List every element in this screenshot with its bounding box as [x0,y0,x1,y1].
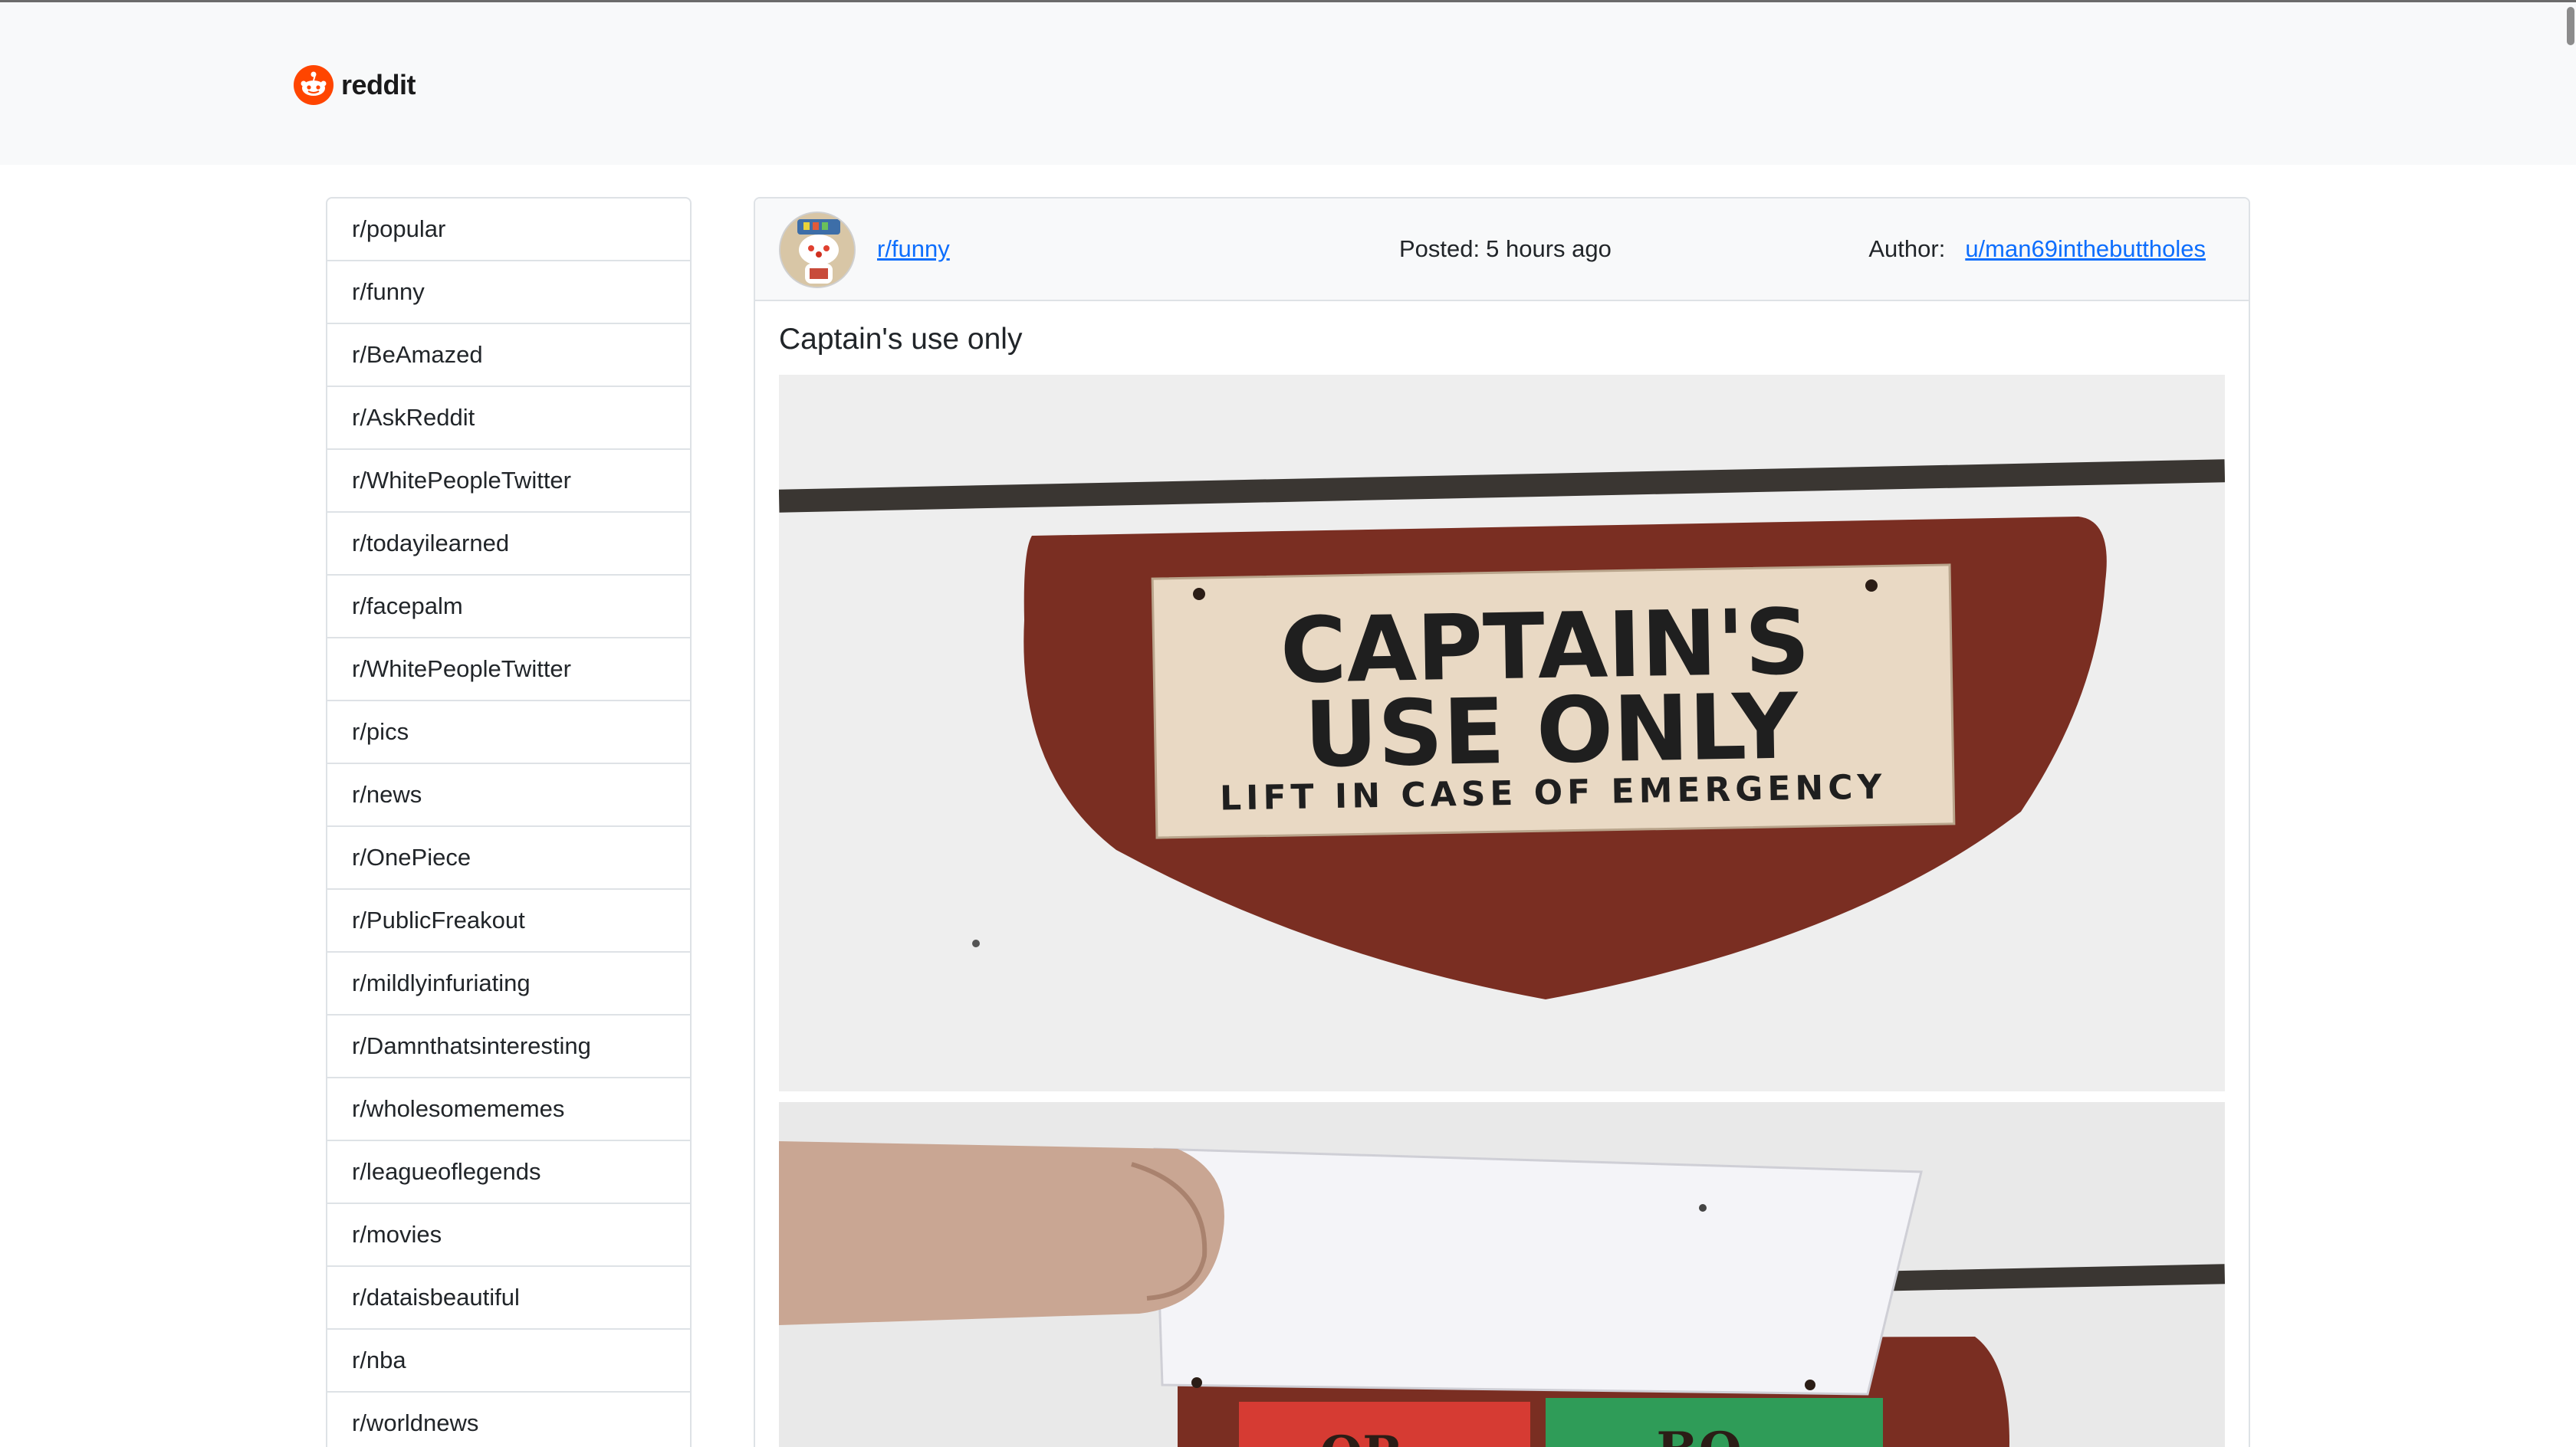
sidebar-item-label: r/OnePiece [352,844,472,871]
sidebar-item-facepalm[interactable]: r/facepalm [327,576,690,638]
sidebar-item-label: r/wholesomememes [352,1095,565,1122]
sidebar-item-whitepeopletwitter[interactable]: r/WhitePeopleTwitter [327,450,690,513]
author-link[interactable]: u/man69inthebuttholes [1965,235,2206,263]
sidebar-item-label: r/pics [352,718,409,745]
author-info: Author: u/man69inthebuttholes [1868,235,2206,263]
lower-right-text: BO [1656,1422,1741,1447]
subreddit-link[interactable]: r/funny [877,235,950,263]
sidebar-item-worldnews[interactable]: r/worldnews [327,1393,690,1447]
post-header: r/funny Posted: 5 hours ago Author: u/ma… [755,199,2249,301]
posted-value: 5 hours ago [1486,235,1612,262]
sidebar-item-label: r/facepalm [352,592,463,619]
sidebar-item-funny[interactable]: r/funny [327,261,690,324]
sidebar-item-todayilearned[interactable]: r/todayilearned [327,513,690,576]
sidebar-item-news[interactable]: r/news [327,764,690,827]
sidebar-item-label: r/todayilearned [352,530,510,556]
sidebar-item-label: r/BeAmazed [352,341,483,368]
sidebar-item-label: r/leagueoflegends [352,1158,541,1185]
sidebar-item-label: r/news [352,781,422,808]
author-label: Author: [1868,235,1946,262]
sidebar-item-label: r/funny [352,278,425,305]
sidebar-item-label: r/mildlyinfuriating [352,970,531,996]
post-image[interactable]: CAPTAIN'S USE ONLY LIFT IN CASE OF EMERG… [779,375,2225,1447]
sidebar-item-mildlyinfuriating[interactable]: r/mildlyinfuriating [327,953,690,1016]
logo-wordmark: reddit [341,69,416,100]
sidebar-item-label: r/WhitePeopleTwitter [352,655,571,682]
posted-time: Posted: 5 hours ago [1399,235,1612,263]
sidebar-item-whitepeopletwitter-2[interactable]: r/WhitePeopleTwitter [327,638,690,701]
sidebar-item-leagueoflegends[interactable]: r/leagueoflegends [327,1141,690,1204]
lower-left-text: OR [1320,1426,1405,1447]
sidebar-item-beamazed[interactable]: r/BeAmazed [327,324,690,387]
sidebar-item-label: r/dataisbeautiful [352,1284,520,1311]
sidebar-item-publicfreakout[interactable]: r/PublicFreakout [327,890,690,953]
scrollbar-thumb[interactable] [2567,7,2574,45]
post-title: Captain's use only [779,323,1023,356]
sidebar-item-popular[interactable]: r/popular [327,199,690,261]
subreddit-sidebar: r/popular r/funny r/BeAmazed r/AskReddit… [326,197,692,1447]
sidebar-item-pics[interactable]: r/pics [327,701,690,764]
reddit-logo[interactable]: reddit [294,65,416,105]
page-scrollbar[interactable] [2564,2,2576,1447]
sidebar-item-label: r/worldnews [352,1409,479,1436]
sidebar-item-damnthatsinteresting[interactable]: r/Damnthatsinteresting [327,1016,690,1078]
reddit-alien-icon [294,65,334,105]
sidebar-item-dataisbeautiful[interactable]: r/dataisbeautiful [327,1267,690,1330]
sidebar-item-label: r/WhitePeopleTwitter [352,467,571,494]
post-card: r/funny Posted: 5 hours ago Author: u/ma… [754,197,2250,1447]
posted-label: Posted: [1399,235,1480,262]
top-navbar: reddit [0,2,2576,165]
sidebar-item-label: r/PublicFreakout [352,907,525,933]
sidebar-item-onepiece[interactable]: r/OnePiece [327,827,690,890]
sidebar-item-label: r/nba [352,1347,406,1373]
sidebar-item-label: r/popular [352,215,446,242]
sidebar-item-label: r/movies [352,1221,442,1248]
sidebar-item-label: r/AskReddit [352,404,475,431]
subreddit-avatar[interactable] [779,212,856,288]
sidebar-item-movies[interactable]: r/movies [327,1204,690,1267]
snoo-mascot-icon [780,213,854,287]
sidebar-item-label: r/Damnthatsinteresting [352,1032,591,1059]
sidebar-item-wholesomememes[interactable]: r/wholesomememes [327,1078,690,1141]
post-image-picture: CAPTAIN'S USE ONLY LIFT IN CASE OF EMERG… [779,375,2225,1447]
sidebar-item-askreddit[interactable]: r/AskReddit [327,387,690,450]
sidebar-item-nba[interactable]: r/nba [327,1330,690,1393]
